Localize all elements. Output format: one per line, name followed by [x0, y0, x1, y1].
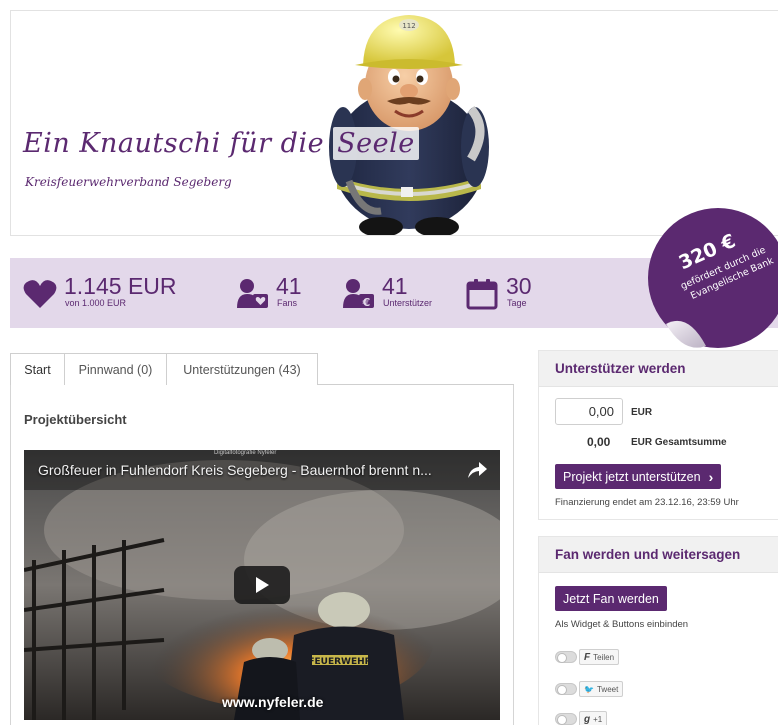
stat-funding: 1.145 EUR von 1.000 EUR [20, 270, 177, 316]
become-fan-button-label: Jetzt Fan werden [563, 591, 659, 606]
tab-unterstuetzungen[interactable]: Unterstützungen (43) [166, 353, 318, 385]
fans-label: Fans [277, 298, 298, 308]
stat-supporters: € 41 Unterstützer [338, 270, 432, 316]
project-tabs: Start Pinnwand (0) Unterstützungen (43) [10, 353, 514, 386]
play-icon [256, 577, 269, 593]
become-fan-button[interactable]: Jetzt Fan werden [555, 586, 667, 611]
twitter-share-label: Tweet [596, 684, 619, 694]
googleplus-share-button[interactable]: g +1 [579, 711, 608, 725]
calendar-icon [462, 274, 502, 314]
funding-label: von 1.000 EUR [65, 298, 127, 308]
support-box: Unterstützer werden 0,00 EUR 0,00 EUR Ge… [538, 350, 778, 520]
svg-text:112: 112 [402, 22, 415, 30]
share-twitter[interactable]: 🐦 Tweet [555, 681, 624, 697]
project-title-part1: Ein Knautschi für die [23, 128, 334, 159]
facebook-share-label: Teilen [593, 652, 615, 662]
supporter-euro-icon: € [338, 274, 378, 314]
stat-days: 30 Tage [462, 270, 532, 316]
stat-fans: 41 Fans [232, 270, 302, 316]
sponsor-badge: 320 € gefördert durch die Evangelische B… [648, 208, 778, 348]
tab-start-label: Start [24, 363, 51, 377]
support-box-heading: Unterstützer werden [539, 351, 778, 387]
fan-user-icon [232, 274, 272, 314]
support-project-button-label: Projekt jetzt unterstützen [563, 469, 701, 484]
play-button[interactable] [234, 566, 290, 604]
fans-value: 41 [276, 273, 302, 299]
funding-deadline: Finanzierung endet am 23.12.16, 23:59 Uh… [555, 497, 739, 508]
heart-icon [20, 274, 60, 314]
knautschi-firefighter-image: 112 [329, 15, 489, 235]
support-project-button[interactable]: Projekt jetzt unterstützen › [555, 464, 722, 489]
facebook-icon: F [584, 651, 591, 663]
googleplus-icon: g [584, 713, 591, 725]
tab-start[interactable]: Start [10, 353, 65, 386]
svg-text:€: € [362, 296, 371, 309]
days-value: 30 [506, 273, 532, 299]
share-arrow-icon[interactable] [466, 460, 488, 480]
tab-pinnwand-label: Pinnwand (0) [78, 362, 153, 377]
twitter-share-button[interactable]: 🐦 Tweet [579, 681, 624, 697]
twitter-toggle[interactable] [555, 683, 577, 695]
project-organization: Kreisfeuerwehrverband Segeberg [25, 175, 232, 189]
project-title: Ein Knautschi für die Seele [23, 127, 419, 160]
tab-unterstuetzungen-label: Unterstützungen (43) [183, 362, 301, 377]
total-label: EUR Gesamtsumme [631, 437, 727, 448]
widget-embed-link[interactable]: Als Widget & Buttons einbinden [555, 619, 688, 630]
fan-box-heading: Fan werden und weitersagen [539, 537, 778, 573]
funding-value: 1.145 EUR [64, 273, 177, 299]
googleplus-toggle[interactable] [555, 713, 577, 725]
video-credit: Digitalfotografie Nyfeler [214, 450, 277, 456]
supporters-value: 41 [382, 273, 408, 299]
days-label: Tage [507, 298, 527, 308]
project-title-part2: Seele [333, 127, 419, 160]
total-value: 0,00 [587, 435, 611, 449]
share-googleplus[interactable]: g +1 [555, 711, 608, 725]
amount-input[interactable]: 0,00 [555, 398, 623, 425]
share-facebook[interactable]: F Teilen [555, 649, 620, 665]
supporters-label: Unterstützer [383, 298, 433, 308]
chevron-right-icon: › [708, 468, 714, 485]
googleplus-share-label: +1 [593, 714, 603, 724]
fan-box: Fan werden und weitersagen Jetzt Fan wer… [538, 536, 778, 725]
amount-currency: EUR [631, 407, 653, 418]
facebook-share-button[interactable]: F Teilen [579, 649, 620, 665]
section-title: Projektübersicht [24, 412, 127, 427]
tab-pinnwand[interactable]: Pinnwand (0) [64, 353, 167, 385]
facebook-toggle[interactable] [555, 651, 577, 663]
twitter-icon: 🐦 [584, 684, 594, 694]
video-player[interactable]: FEUERWEHR Digitalfotografie Nyfeler Groß… [24, 450, 500, 720]
svg-text:FEUERWEHR: FEUERWEHR [308, 657, 371, 667]
video-title[interactable]: Großfeuer in Fuhlendorf Kreis Segeberg -… [38, 462, 432, 478]
video-watermark: www.nyfeler.de [222, 694, 324, 710]
